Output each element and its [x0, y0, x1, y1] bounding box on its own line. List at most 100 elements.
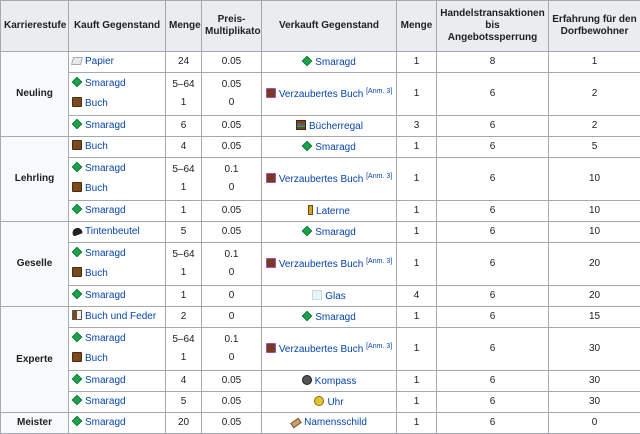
- item-link[interactable]: Verzaubertes Buch: [279, 344, 364, 355]
- qty-cell: 2: [165, 306, 202, 328]
- note-ref[interactable]: [Anm. 3]: [366, 258, 392, 265]
- sell-cell: Verzaubertes Buch [Anm. 3]: [261, 327, 397, 371]
- qty-cell: 5: [165, 221, 202, 243]
- xp-cell: 5: [548, 136, 640, 158]
- item-link[interactable]: Smaragd: [315, 312, 356, 323]
- emerald-icon: [71, 288, 83, 300]
- sell-cell: Uhr: [261, 391, 397, 413]
- sell-qty-cell: 1: [396, 136, 437, 158]
- item-link[interactable]: Verzaubertes Buch: [279, 174, 364, 185]
- note-ref[interactable]: [Anm. 3]: [366, 173, 392, 180]
- enchanted-book-icon: [265, 257, 276, 268]
- item-link[interactable]: Kompass: [315, 376, 357, 387]
- buy-cell: Smaragd Buch: [68, 242, 166, 286]
- sell-qty-cell: 1: [396, 327, 437, 371]
- qty-cell: 20: [165, 412, 202, 434]
- xp-cell: 2: [548, 72, 640, 116]
- sell-qty-cell: 1: [396, 200, 437, 222]
- item-link[interactable]: Laterne: [316, 206, 350, 217]
- item-link[interactable]: Namensschild: [304, 417, 367, 428]
- item-link[interactable]: Buch: [85, 141, 108, 152]
- table-row: Lehrling Buch 4 0.05 Smaragd 1 6 5: [0, 136, 640, 222]
- sell-cell: Smaragd: [261, 136, 397, 158]
- buy-cell: Smaragd Buch: [68, 72, 166, 116]
- item-link[interactable]: Bücherregal: [309, 121, 363, 132]
- buy-cell: Smaragd: [68, 391, 166, 413]
- item-link[interactable]: Glas: [325, 291, 346, 302]
- item-link[interactable]: Buch: [85, 353, 108, 364]
- xp-cell: 1: [548, 51, 640, 73]
- item-link[interactable]: Verzaubertes Buch: [279, 259, 364, 270]
- trades-cell: 6: [436, 285, 549, 307]
- item-link[interactable]: Smaragd: [85, 333, 126, 344]
- sell-qty-cell: 1: [396, 72, 437, 116]
- trades-cell: 6: [436, 306, 549, 328]
- buy-cell: Buch: [68, 136, 166, 158]
- sell-qty-cell: 1: [396, 51, 437, 73]
- item-link[interactable]: Buch: [85, 183, 108, 194]
- item-link[interactable]: Smaragd: [315, 57, 356, 68]
- item-link[interactable]: Buch und Feder: [85, 311, 156, 322]
- mult-cell: 0.05: [201, 370, 262, 392]
- item-link[interactable]: Smaragd: [315, 142, 356, 153]
- sell-qty-cell: 1: [396, 391, 437, 413]
- trades-cell: 6: [436, 72, 549, 116]
- sell-cell: Smaragd: [261, 51, 397, 73]
- sell-cell: Laterne: [261, 200, 397, 222]
- xp-cell: 2: [548, 115, 640, 137]
- item-link[interactable]: Uhr: [327, 397, 343, 408]
- sell-cell: Namensschild: [261, 412, 397, 434]
- emerald-icon: [71, 415, 83, 427]
- item-link[interactable]: Smaragd: [85, 417, 126, 428]
- table-row: Smaragd 5 0.05 Uhr 1 6 30: [1, 391, 640, 413]
- buy-cell: Tintenbeutel: [68, 221, 166, 243]
- item-link[interactable]: Smaragd: [85, 248, 126, 259]
- xp-cell: 30: [548, 370, 640, 392]
- emerald-icon: [301, 225, 313, 236]
- lantern-icon: [308, 204, 314, 215]
- sell-qty-cell: 3: [396, 115, 437, 137]
- note-ref[interactable]: [Anm. 3]: [366, 343, 392, 350]
- table-row: Smaragd Buch 5–64 1 0.05 0 Verzaubertes Bu…: [1, 72, 640, 116]
- mult-cell: 0.1 0: [201, 157, 262, 201]
- table-row: Smaragd Buch 5–64 1 0.1 0 Verzaubertes Buc…: [1, 242, 640, 286]
- paper-icon: [70, 57, 84, 65]
- trades-cell: 6: [436, 327, 549, 371]
- enchanted-book-icon: [265, 342, 276, 353]
- item-link[interactable]: Buch: [85, 268, 108, 279]
- qty-cell: 4: [165, 136, 202, 158]
- qty-cell: 24: [165, 51, 202, 73]
- qty-cell: 1: [165, 200, 202, 222]
- item-link[interactable]: Smaragd: [85, 290, 126, 301]
- mult-cell: 0.1 0: [201, 242, 262, 286]
- item-link[interactable]: Smaragd: [85, 163, 126, 174]
- item-link[interactable]: Papier: [85, 56, 114, 67]
- buy-cell: Smaragd Buch: [68, 327, 166, 371]
- trades-cell: 6: [436, 412, 549, 434]
- table-row: Experte Buch und Feder 2 0 Smaragd 1 6 1…: [0, 306, 640, 413]
- item-link[interactable]: Verzaubertes Buch: [279, 89, 364, 100]
- sell-qty-cell: 1: [396, 370, 437, 392]
- item-link[interactable]: Smaragd: [85, 375, 126, 386]
- item-link[interactable]: Smaragd: [85, 396, 126, 407]
- sell-cell: Bücherregal: [261, 115, 397, 137]
- item-link[interactable]: Tintenbeutel: [85, 226, 140, 237]
- sell-cell: Verzaubertes Buch [Anm. 3]: [261, 242, 397, 286]
- compass-icon: [301, 374, 312, 385]
- item-link[interactable]: Smaragd: [85, 78, 126, 89]
- qty-cell: 4: [165, 370, 202, 392]
- header-handelstransaktionen: Handelstransaktionen bis Angebotssperrun…: [436, 0, 549, 52]
- item-link[interactable]: Smaragd: [85, 120, 126, 131]
- book-icon: [72, 97, 82, 107]
- table-row: Neuling Papier 24 0.05 Smaragd 1 8 1: [0, 51, 640, 137]
- table-row: Smaragd 4 0.05 Kompass 1 6 30: [1, 370, 640, 392]
- trades-cell: 8: [436, 51, 549, 73]
- buy-cell: Smaragd: [68, 370, 166, 392]
- item-link[interactable]: Smaragd: [315, 227, 356, 238]
- emerald-icon: [71, 203, 83, 215]
- item-link[interactable]: Smaragd: [85, 205, 126, 216]
- sell-cell: Glas: [261, 285, 397, 307]
- item-link[interactable]: Buch: [85, 98, 108, 109]
- note-ref[interactable]: [Anm. 3]: [366, 88, 392, 95]
- emerald-icon: [71, 76, 83, 88]
